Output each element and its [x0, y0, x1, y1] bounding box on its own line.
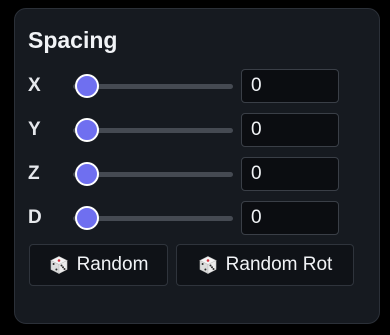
random-rot-button[interactable]: Random Rot: [176, 244, 354, 286]
d-slider[interactable]: [73, 204, 233, 232]
y-slider[interactable]: [73, 116, 233, 144]
spacing-panel: Spacing X Y Z D: [14, 8, 380, 324]
x-label: X: [28, 75, 41, 96]
z-slider[interactable]: [73, 160, 233, 188]
slider-thumb[interactable]: [75, 162, 99, 186]
slider-thumb[interactable]: [75, 118, 99, 142]
d-input[interactable]: [241, 201, 339, 235]
dice-icon: [198, 256, 217, 274]
x-slider[interactable]: [73, 72, 233, 100]
slider-thumb[interactable]: [75, 74, 99, 98]
random-button-label: Random: [76, 254, 149, 275]
z-input[interactable]: [241, 157, 339, 191]
row-y: Y: [15, 113, 381, 147]
row-x: X: [15, 69, 381, 103]
y-input[interactable]: [241, 113, 339, 147]
x-input[interactable]: [241, 69, 339, 103]
y-label: Y: [28, 119, 41, 140]
random-rot-button-label: Random Rot: [225, 254, 333, 275]
row-d: D: [15, 201, 381, 235]
d-label: D: [28, 207, 42, 228]
z-label: Z: [28, 163, 40, 184]
panel-title: Spacing: [28, 27, 118, 53]
slider-thumb[interactable]: [75, 206, 99, 230]
row-z: Z: [15, 157, 381, 191]
random-button[interactable]: Random: [29, 244, 168, 286]
dice-icon: [49, 256, 68, 274]
